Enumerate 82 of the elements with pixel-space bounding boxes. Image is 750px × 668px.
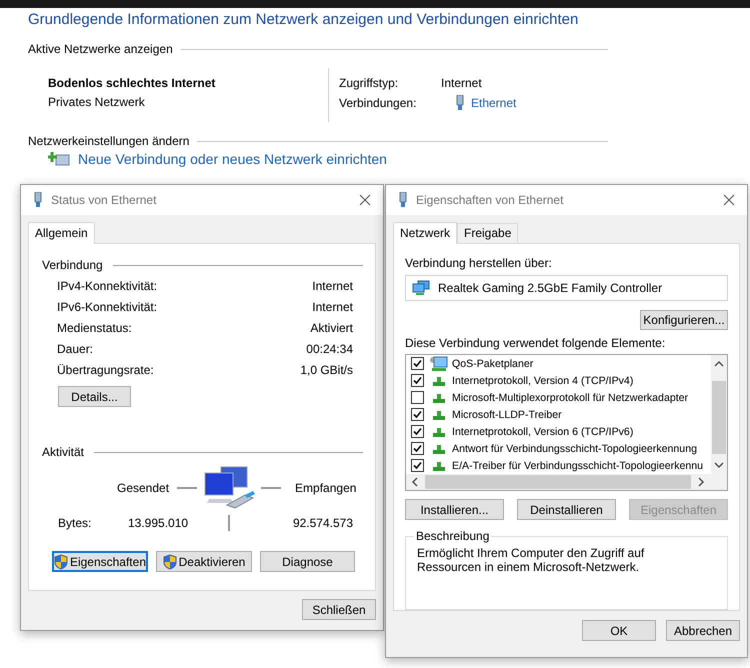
list-item[interactable]: Antwort für Verbindungsschicht-Topologieerkennung xyxy=(452,442,697,455)
new-connection-link[interactable]: Neue Verbindung oder neues Netzwerk einrichten xyxy=(78,151,387,167)
ethernet-icon xyxy=(455,95,465,111)
close-button[interactable]: Schließen xyxy=(302,599,376,620)
scroll-right-icon[interactable] xyxy=(697,477,705,488)
bytes-received: 92.574.573 xyxy=(292,516,354,530)
field-value: Internet xyxy=(312,279,353,293)
bytes-sent: 13.995.010 xyxy=(128,516,190,530)
checkbox[interactable] xyxy=(411,425,424,438)
checkbox[interactable] xyxy=(411,459,424,472)
ethernet-icon xyxy=(398,192,408,208)
action-button[interactable]: Deaktivieren xyxy=(156,551,252,572)
action-button[interactable]: Deinstallieren xyxy=(517,499,616,520)
protocol-icon xyxy=(432,442,446,455)
checkbox[interactable] xyxy=(411,408,424,422)
scroll-down-icon[interactable] xyxy=(714,461,724,470)
field-value: Internet xyxy=(312,300,353,314)
vertical-scrollbar[interactable] xyxy=(711,355,727,474)
tab[interactable]: Allgemein xyxy=(28,222,95,244)
list-item[interactable]: E/A-Treiber für Verbindungsschicht-Topologieerkennu xyxy=(452,460,704,472)
sent-label: Gesendet xyxy=(117,481,170,495)
list-item[interactable]: Microsoft-Multiplexorprotokoll für Netzwerkadapter xyxy=(452,392,688,404)
dialog-title: Status von Ethernet xyxy=(51,193,158,207)
ok-button[interactable]: OK xyxy=(582,620,656,641)
field-label: IPv6-Konnektivität: xyxy=(57,300,158,314)
action-button[interactable]: Installieren... xyxy=(405,499,504,520)
checkbox[interactable] xyxy=(411,357,424,370)
protocol-icon xyxy=(432,392,446,404)
new-connection-icon xyxy=(48,151,70,167)
configure-button[interactable]: Konfigurieren... xyxy=(640,310,728,330)
field-label: Verbindung herstellen über: xyxy=(405,256,553,270)
cancel-button[interactable]: Abbrechen xyxy=(666,620,740,641)
protocol-icon xyxy=(432,374,446,387)
adapter-field: Realtek Gaming 2.5GbE Family Controller xyxy=(405,275,728,302)
section-heading: Netzwerkeinstellungen ändern xyxy=(28,134,190,148)
scroll-left-icon[interactable] xyxy=(411,477,419,488)
field-label: Medienstatus: xyxy=(57,321,132,335)
action-button[interactable]: Eigenschaften xyxy=(52,551,148,572)
shield-icon xyxy=(54,554,68,570)
page-title: Grundlegende Informationen zum Netzwerk anzeigen und Verbindungen einrichten xyxy=(28,11,580,28)
list-item[interactable]: Microsoft-LLDP-Treiber xyxy=(452,408,562,421)
field-label: Diese Verbindung verwendet folgende Elemente: xyxy=(405,336,666,350)
dialog-title: Eigenschaften von Ethernet xyxy=(416,193,564,207)
group-heading: Verbindung xyxy=(42,258,103,272)
protocol-icon xyxy=(432,408,446,421)
field-label: Dauer: xyxy=(57,342,94,356)
access-label: Zugriffstyp: xyxy=(339,76,400,90)
network-name: Bodenlos schlechtes Internet xyxy=(48,76,216,90)
network-type: Privates Netzwerk xyxy=(48,95,146,109)
tab[interactable]: Netzwerk xyxy=(393,222,458,244)
description-text: Ermöglicht Ihrem Computer den Zugriff auf Ressourcen in einem Microsoft-Netzwerk. xyxy=(417,546,646,574)
field-value: Aktiviert xyxy=(310,321,353,335)
protocol-icon xyxy=(432,426,446,438)
ethernet-link[interactable]: Ethernet xyxy=(471,96,516,110)
field-value: 00:24:34 xyxy=(306,342,353,356)
network-adapter-icon xyxy=(412,280,430,296)
bytes-label: Bytes: xyxy=(58,516,92,530)
close-icon[interactable] xyxy=(723,194,735,206)
access-value: Internet xyxy=(441,76,482,90)
received-label: Empfangen xyxy=(295,481,356,495)
checkbox[interactable] xyxy=(411,391,424,404)
ethernet-icon xyxy=(33,192,43,208)
details-button[interactable]: Details... xyxy=(58,386,131,407)
section-heading: Aktive Netzwerke anzeigen xyxy=(28,42,173,56)
action-button[interactable]: Diagnose xyxy=(260,551,355,572)
connections-label: Verbindungen: xyxy=(339,96,418,110)
shield-icon xyxy=(162,554,177,570)
list-item[interactable]: QoS-Paketplaner xyxy=(452,358,534,370)
field-label: Übertragungsrate: xyxy=(57,363,154,377)
checkbox[interactable] xyxy=(411,374,424,388)
checkbox[interactable] xyxy=(411,442,424,456)
list-item[interactable]: Internetprotokoll, Version 6 (TCP/IPv6) xyxy=(452,426,634,438)
scroll-up-icon[interactable] xyxy=(714,360,724,368)
close-icon[interactable] xyxy=(359,194,371,206)
group-heading: Beschreibung xyxy=(414,529,492,544)
list-item[interactable]: Internetprotokoll, Version 4 (TCP/IPv4) xyxy=(452,374,634,387)
tab[interactable]: Freigabe xyxy=(457,223,518,243)
protocol-icon xyxy=(432,460,446,472)
group-heading: Aktivität xyxy=(42,445,84,459)
field-value: 1,0 GBit/s xyxy=(300,363,353,377)
field-label: IPv4-Konnektivität: xyxy=(57,279,158,293)
horizontal-scrollbar[interactable] xyxy=(406,474,727,490)
